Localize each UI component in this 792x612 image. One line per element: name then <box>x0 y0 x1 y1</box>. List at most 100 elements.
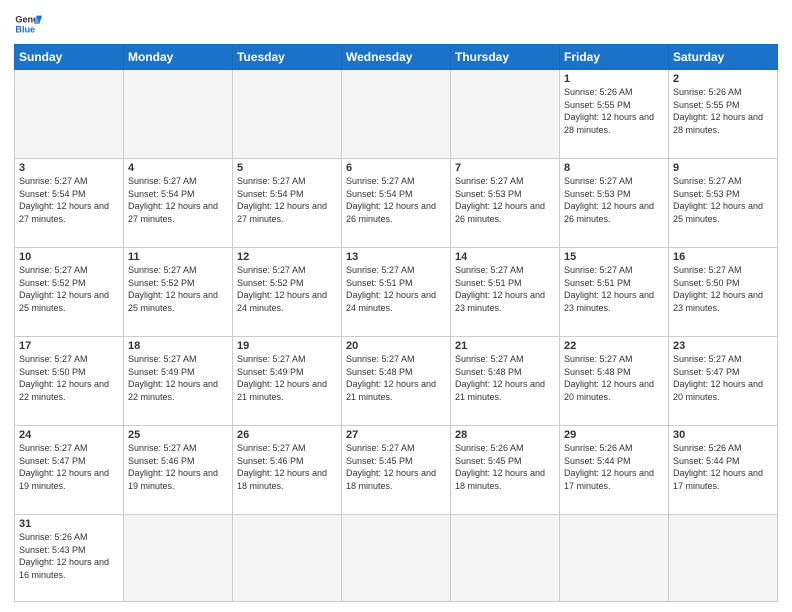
day-number: 23 <box>673 340 773 352</box>
day-number: 11 <box>128 251 228 263</box>
calendar-cell <box>124 515 233 602</box>
day-info: Sunrise: 5:27 AM Sunset: 5:54 PM Dayligh… <box>128 175 228 225</box>
page: General Blue SundayMondayTuesdayWednesda… <box>0 0 792 612</box>
day-info: Sunrise: 5:27 AM Sunset: 5:54 PM Dayligh… <box>346 175 446 225</box>
day-number: 19 <box>237 340 337 352</box>
day-number: 28 <box>455 429 555 441</box>
calendar-cell: 10Sunrise: 5:27 AM Sunset: 5:52 PM Dayli… <box>15 248 124 337</box>
calendar-cell <box>233 515 342 602</box>
day-number: 16 <box>673 251 773 263</box>
calendar-week-3: 10Sunrise: 5:27 AM Sunset: 5:52 PM Dayli… <box>15 248 778 337</box>
day-number: 15 <box>564 251 664 263</box>
calendar-cell: 11Sunrise: 5:27 AM Sunset: 5:52 PM Dayli… <box>124 248 233 337</box>
calendar-cell: 13Sunrise: 5:27 AM Sunset: 5:51 PM Dayli… <box>342 248 451 337</box>
calendar-cell: 21Sunrise: 5:27 AM Sunset: 5:48 PM Dayli… <box>451 337 560 426</box>
day-number: 27 <box>346 429 446 441</box>
day-info: Sunrise: 5:27 AM Sunset: 5:54 PM Dayligh… <box>19 175 119 225</box>
day-info: Sunrise: 5:26 AM Sunset: 5:43 PM Dayligh… <box>19 531 119 581</box>
calendar-week-4: 17Sunrise: 5:27 AM Sunset: 5:50 PM Dayli… <box>15 337 778 426</box>
calendar-cell <box>342 70 451 159</box>
calendar-cell <box>15 70 124 159</box>
calendar-cell: 27Sunrise: 5:27 AM Sunset: 5:45 PM Dayli… <box>342 426 451 515</box>
day-info: Sunrise: 5:27 AM Sunset: 5:50 PM Dayligh… <box>19 353 119 403</box>
calendar-cell <box>451 70 560 159</box>
day-info: Sunrise: 5:26 AM Sunset: 5:45 PM Dayligh… <box>455 442 555 492</box>
day-info: Sunrise: 5:27 AM Sunset: 5:48 PM Dayligh… <box>564 353 664 403</box>
day-number: 22 <box>564 340 664 352</box>
calendar-cell: 22Sunrise: 5:27 AM Sunset: 5:48 PM Dayli… <box>560 337 669 426</box>
day-info: Sunrise: 5:27 AM Sunset: 5:46 PM Dayligh… <box>237 442 337 492</box>
weekday-header-friday: Friday <box>560 45 669 70</box>
calendar-cell: 4Sunrise: 5:27 AM Sunset: 5:54 PM Daylig… <box>124 159 233 248</box>
weekday-header-thursday: Thursday <box>451 45 560 70</box>
calendar-table: SundayMondayTuesdayWednesdayThursdayFrid… <box>14 44 778 602</box>
day-number: 3 <box>19 162 119 174</box>
day-info: Sunrise: 5:27 AM Sunset: 5:49 PM Dayligh… <box>237 353 337 403</box>
calendar-week-1: 1Sunrise: 5:26 AM Sunset: 5:55 PM Daylig… <box>15 70 778 159</box>
logo: General Blue <box>14 10 42 38</box>
calendar-cell <box>669 515 778 602</box>
day-number: 21 <box>455 340 555 352</box>
calendar-cell: 6Sunrise: 5:27 AM Sunset: 5:54 PM Daylig… <box>342 159 451 248</box>
calendar-week-6: 31Sunrise: 5:26 AM Sunset: 5:43 PM Dayli… <box>15 515 778 602</box>
day-info: Sunrise: 5:27 AM Sunset: 5:53 PM Dayligh… <box>673 175 773 225</box>
day-info: Sunrise: 5:27 AM Sunset: 5:50 PM Dayligh… <box>673 264 773 314</box>
calendar-cell: 19Sunrise: 5:27 AM Sunset: 5:49 PM Dayli… <box>233 337 342 426</box>
day-number: 6 <box>346 162 446 174</box>
day-info: Sunrise: 5:27 AM Sunset: 5:52 PM Dayligh… <box>237 264 337 314</box>
day-info: Sunrise: 5:27 AM Sunset: 5:53 PM Dayligh… <box>455 175 555 225</box>
calendar-cell: 26Sunrise: 5:27 AM Sunset: 5:46 PM Dayli… <box>233 426 342 515</box>
day-info: Sunrise: 5:27 AM Sunset: 5:51 PM Dayligh… <box>346 264 446 314</box>
weekday-header-sunday: Sunday <box>15 45 124 70</box>
day-info: Sunrise: 5:27 AM Sunset: 5:47 PM Dayligh… <box>673 353 773 403</box>
day-info: Sunrise: 5:27 AM Sunset: 5:54 PM Dayligh… <box>237 175 337 225</box>
weekday-header-row: SundayMondayTuesdayWednesdayThursdayFrid… <box>15 45 778 70</box>
day-info: Sunrise: 5:26 AM Sunset: 5:55 PM Dayligh… <box>673 86 773 136</box>
calendar-week-5: 24Sunrise: 5:27 AM Sunset: 5:47 PM Dayli… <box>15 426 778 515</box>
day-info: Sunrise: 5:27 AM Sunset: 5:52 PM Dayligh… <box>19 264 119 314</box>
day-number: 18 <box>128 340 228 352</box>
calendar-cell: 31Sunrise: 5:26 AM Sunset: 5:43 PM Dayli… <box>15 515 124 602</box>
svg-text:Blue: Blue <box>15 24 35 34</box>
day-number: 13 <box>346 251 446 263</box>
day-number: 25 <box>128 429 228 441</box>
calendar-cell: 7Sunrise: 5:27 AM Sunset: 5:53 PM Daylig… <box>451 159 560 248</box>
generalblue-logo-icon: General Blue <box>14 10 42 38</box>
calendar-cell: 23Sunrise: 5:27 AM Sunset: 5:47 PM Dayli… <box>669 337 778 426</box>
header: General Blue <box>14 10 778 38</box>
day-number: 12 <box>237 251 337 263</box>
calendar-cell: 5Sunrise: 5:27 AM Sunset: 5:54 PM Daylig… <box>233 159 342 248</box>
calendar-week-2: 3Sunrise: 5:27 AM Sunset: 5:54 PM Daylig… <box>15 159 778 248</box>
day-info: Sunrise: 5:26 AM Sunset: 5:44 PM Dayligh… <box>564 442 664 492</box>
calendar-cell: 28Sunrise: 5:26 AM Sunset: 5:45 PM Dayli… <box>451 426 560 515</box>
day-info: Sunrise: 5:27 AM Sunset: 5:46 PM Dayligh… <box>128 442 228 492</box>
calendar-cell: 18Sunrise: 5:27 AM Sunset: 5:49 PM Dayli… <box>124 337 233 426</box>
calendar-cell <box>342 515 451 602</box>
calendar-cell: 16Sunrise: 5:27 AM Sunset: 5:50 PM Dayli… <box>669 248 778 337</box>
day-number: 24 <box>19 429 119 441</box>
calendar-cell <box>233 70 342 159</box>
day-info: Sunrise: 5:26 AM Sunset: 5:44 PM Dayligh… <box>673 442 773 492</box>
calendar-cell: 25Sunrise: 5:27 AM Sunset: 5:46 PM Dayli… <box>124 426 233 515</box>
calendar-cell: 17Sunrise: 5:27 AM Sunset: 5:50 PM Dayli… <box>15 337 124 426</box>
day-info: Sunrise: 5:27 AM Sunset: 5:52 PM Dayligh… <box>128 264 228 314</box>
calendar-cell: 8Sunrise: 5:27 AM Sunset: 5:53 PM Daylig… <box>560 159 669 248</box>
day-info: Sunrise: 5:26 AM Sunset: 5:55 PM Dayligh… <box>564 86 664 136</box>
day-number: 1 <box>564 73 664 85</box>
calendar-cell: 15Sunrise: 5:27 AM Sunset: 5:51 PM Dayli… <box>560 248 669 337</box>
day-info: Sunrise: 5:27 AM Sunset: 5:49 PM Dayligh… <box>128 353 228 403</box>
calendar-cell: 3Sunrise: 5:27 AM Sunset: 5:54 PM Daylig… <box>15 159 124 248</box>
day-number: 2 <box>673 73 773 85</box>
calendar-cell: 24Sunrise: 5:27 AM Sunset: 5:47 PM Dayli… <box>15 426 124 515</box>
calendar-cell: 9Sunrise: 5:27 AM Sunset: 5:53 PM Daylig… <box>669 159 778 248</box>
day-number: 9 <box>673 162 773 174</box>
day-info: Sunrise: 5:27 AM Sunset: 5:51 PM Dayligh… <box>455 264 555 314</box>
day-number: 4 <box>128 162 228 174</box>
day-number: 8 <box>564 162 664 174</box>
weekday-header-wednesday: Wednesday <box>342 45 451 70</box>
calendar-cell <box>124 70 233 159</box>
day-info: Sunrise: 5:27 AM Sunset: 5:53 PM Dayligh… <box>564 175 664 225</box>
day-info: Sunrise: 5:27 AM Sunset: 5:47 PM Dayligh… <box>19 442 119 492</box>
day-number: 14 <box>455 251 555 263</box>
day-info: Sunrise: 5:27 AM Sunset: 5:45 PM Dayligh… <box>346 442 446 492</box>
